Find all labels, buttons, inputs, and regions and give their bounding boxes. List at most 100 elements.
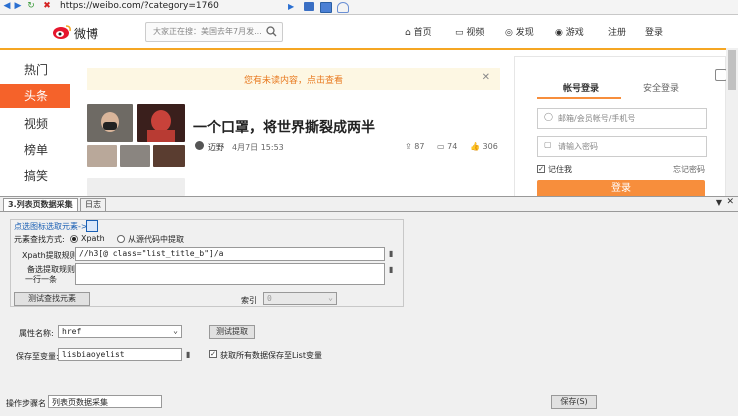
- address-bar[interactable]: https://weibo.com/?category=1760: [60, 1, 219, 11]
- password-field[interactable]: ▢ 请输入密码: [537, 136, 707, 157]
- save-all-label[interactable]: 获取所有数据保存至List变量: [220, 350, 322, 361]
- backup-rule-label-2: 一行一条: [25, 275, 57, 284]
- refresh-icon[interactable]: ↻: [26, 1, 36, 11]
- weibo-header: 微博 大家正在搜：美国去年7月发... ⌂ 首页 ▭ 视频 ◎ 发现 ◉ 游戏 …: [0, 15, 738, 50]
- feed-image-5[interactable]: [153, 145, 185, 167]
- xpath-rule-label: Xpath提取规则: [22, 251, 78, 260]
- tab-account-login[interactable]: 帐号登录: [563, 81, 599, 94]
- weibo-logo[interactable]: 微博: [52, 23, 102, 44]
- save-var-label: 保存至变量:: [16, 352, 59, 361]
- login-card: 帐号登录 安全登录 ◯ 邮箱/会员帐号/手机号 ▢ 请输入密码 ✓ 记住我 忘记…: [514, 56, 727, 198]
- comment-icon: ▭: [437, 142, 448, 151]
- email-field[interactable]: ◯ 邮箱/会员帐号/手机号: [537, 108, 707, 129]
- nav-home[interactable]: ⌂ 首页: [405, 25, 432, 38]
- nav-discover[interactable]: ◎ 发现: [505, 25, 534, 38]
- test-find-element-button[interactable]: 测试查找元素: [14, 292, 90, 306]
- index-label: 索引: [241, 296, 257, 305]
- backup-rule-textarea[interactable]: [75, 263, 385, 285]
- search-placeholder: 大家正在搜：美国去年7月发...: [153, 27, 262, 36]
- save-var-input[interactable]: lisbiaoyelist: [58, 348, 182, 361]
- picker-icon[interactable]: [86, 220, 98, 232]
- nav-video[interactable]: ▭ 视频: [455, 25, 484, 38]
- feed-image-3[interactable]: [87, 145, 117, 167]
- nav-home-label: 首页: [413, 28, 432, 38]
- pin-icon[interactable]: ▮: [389, 249, 393, 258]
- attr-name-select[interactable]: href ⌄: [58, 325, 182, 338]
- feed-image-1[interactable]: [87, 104, 133, 142]
- left-menu-item-hot[interactable]: 热门: [0, 58, 70, 82]
- nav-discover-label: 发现: [515, 28, 534, 38]
- avatar[interactable]: [195, 141, 204, 150]
- left-menu-item-funny[interactable]: 搞笑: [0, 164, 70, 188]
- like-count-value: 306: [482, 142, 498, 151]
- chevron-down-icon: ⌄: [173, 326, 178, 335]
- feed-image-next[interactable]: [87, 178, 185, 196]
- email-placeholder: 邮箱/会员帐号/手机号: [558, 114, 636, 123]
- back-icon[interactable]: ◀: [2, 1, 12, 11]
- feed-image-2[interactable]: [137, 104, 185, 142]
- pin-icon-2[interactable]: ▮: [389, 265, 393, 274]
- dropdown-arrow-icon[interactable]: ▼: [716, 198, 722, 207]
- play-icon[interactable]: ▶: [288, 2, 298, 11]
- tab-secure-login[interactable]: 安全登录: [643, 81, 679, 94]
- save-button[interactable]: 保存(S): [551, 395, 597, 409]
- remember-label: 记住我: [548, 165, 572, 174]
- radio-xpath-label[interactable]: Xpath: [81, 234, 105, 243]
- close-icon[interactable]: ✕: [482, 72, 490, 83]
- pin-icon-3[interactable]: ▮: [186, 350, 190, 359]
- chevron-down-icon: ⌄: [328, 293, 333, 302]
- user-icon[interactable]: [337, 2, 349, 13]
- nav-game[interactable]: ◉ 游戏: [555, 25, 584, 38]
- remember-checkbox[interactable]: ✓: [537, 165, 545, 173]
- like-count[interactable]: 👍 306: [470, 142, 498, 151]
- feed-date: 4月7日 15:53: [232, 143, 284, 152]
- scrollbar-thumb[interactable]: [728, 50, 736, 90]
- forgot-password-link[interactable]: 忘记密码: [673, 164, 705, 175]
- find-method-label: 元素查找方式:: [14, 235, 65, 244]
- feed-title[interactable]: 一个口罩，将世界撕裂成两半: [193, 117, 375, 137]
- browser-toolbar: ◀ ▶ ↻ ✖ https://weibo.com/?category=1760…: [0, 0, 738, 15]
- unread-notice[interactable]: 您有未读内容，点击查看 ✕: [87, 68, 500, 90]
- search-input[interactable]: 大家正在搜：美国去年7月发...: [145, 22, 283, 42]
- index-select-value: 0: [267, 294, 272, 303]
- search-icon[interactable]: [266, 26, 277, 37]
- feed-author[interactable]: 迈野: [208, 142, 224, 153]
- radio-xpath[interactable]: [70, 235, 78, 243]
- share-count[interactable]: ⇪ 87: [405, 142, 424, 151]
- feed-image-4[interactable]: [120, 145, 150, 167]
- nav-register[interactable]: 注册: [608, 25, 626, 38]
- comment-count[interactable]: ▭ 74: [437, 142, 457, 151]
- radio-source[interactable]: [117, 235, 125, 243]
- save-all-checkbox[interactable]: ✓: [209, 350, 217, 358]
- attr-name-value: href: [62, 327, 82, 336]
- left-menu-item-headlines[interactable]: 头条: [0, 84, 70, 108]
- tab-divider: [0, 211, 738, 212]
- tab-log[interactable]: 日志: [80, 198, 106, 211]
- tool-panel: 3.列表页数据采集 日志 ▼ ✕ 点选图标选取元素-> 元素查找方式: Xpat…: [0, 196, 738, 416]
- comment-count-value: 74: [447, 142, 458, 151]
- stop-icon[interactable]: ✖: [42, 1, 52, 11]
- step-name-input[interactable]: 列表页数据采集: [48, 395, 162, 408]
- step-name-label: 操作步骤名: [6, 399, 46, 408]
- compass-icon: ◎: [505, 28, 516, 38]
- forward-icon[interactable]: ▶: [13, 1, 23, 11]
- index-select[interactable]: 0 ⌄: [263, 292, 337, 305]
- tab-underline: [537, 97, 621, 99]
- user-icon: ◯: [544, 112, 553, 121]
- pick-element-hint[interactable]: 点选图标选取元素->: [14, 221, 88, 232]
- test-extract-button[interactable]: 测试提取: [209, 325, 255, 339]
- notice-text[interactable]: 您有未读内容，点击查看: [87, 73, 500, 86]
- tab-list-page-collect[interactable]: 3.列表页数据采集: [3, 198, 78, 211]
- nav-login[interactable]: 登录: [645, 25, 663, 38]
- xpath-rule-input[interactable]: //h3[@ class="list_title_b"]/a: [75, 247, 385, 261]
- left-menu-item-ranking[interactable]: 榜单: [0, 138, 70, 162]
- page-scrollbar[interactable]: [726, 48, 738, 196]
- close-icon[interactable]: ✕: [726, 197, 734, 207]
- password-placeholder: 请输入密码: [558, 142, 598, 151]
- mail-icon[interactable]: [320, 2, 332, 13]
- lock-icon: ▢: [544, 140, 552, 149]
- radio-source-label[interactable]: 从源代码中提取: [128, 234, 184, 245]
- left-menu-item-video[interactable]: 视频: [0, 112, 70, 136]
- bookmark-icon[interactable]: [304, 2, 314, 11]
- left-menu: 热门 头条 视频 榜单 搞笑: [0, 55, 80, 195]
